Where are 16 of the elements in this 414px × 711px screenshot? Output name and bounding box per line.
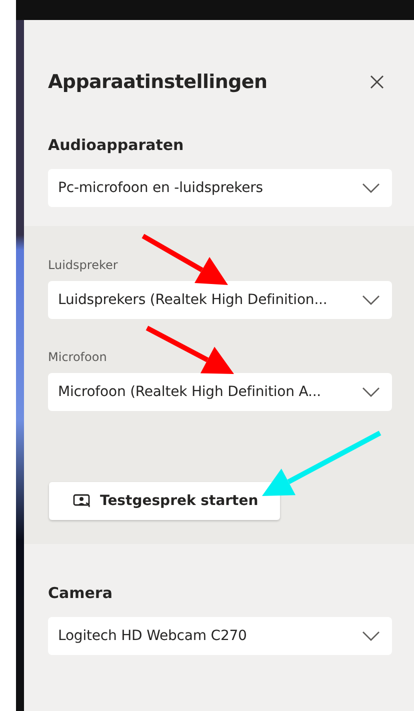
call-screen-icon (73, 494, 90, 508)
field-label: Microfoon (48, 350, 107, 364)
chevron-down-icon (362, 387, 380, 397)
panel-title: Apparaatinstellingen (48, 71, 268, 93)
chevron-down-icon (362, 631, 380, 641)
section-heading: Audioapparaten (48, 136, 184, 155)
section-heading: Camera (48, 584, 112, 603)
device-dropdown[interactable]: Logitech HD Webcam C270 (48, 617, 392, 655)
close-icon[interactable] (370, 75, 384, 89)
device-dropdown[interactable]: Luidsprekers (Realtek High Definition... (48, 281, 392, 319)
device-dropdown[interactable]: Pc-microfoon en -luidsprekers (48, 169, 392, 207)
field-label: Luidspreker (48, 258, 118, 272)
chevron-down-icon (362, 295, 380, 305)
device-dropdown[interactable]: Microfoon (Realtek High Definition A... (48, 373, 392, 411)
chevron-down-icon (362, 183, 380, 193)
test-call-button[interactable]: Testgesprek starten (49, 482, 280, 520)
